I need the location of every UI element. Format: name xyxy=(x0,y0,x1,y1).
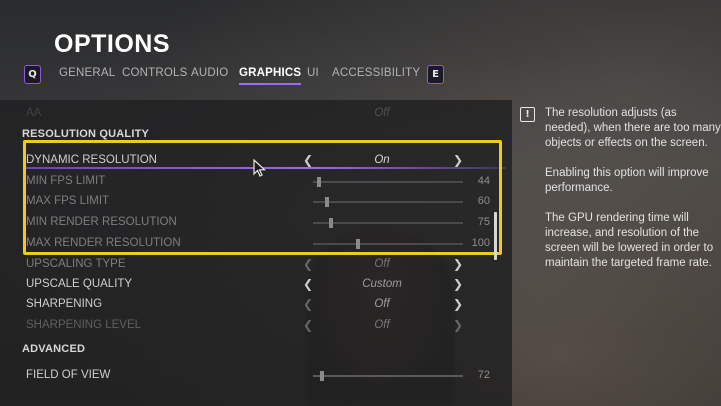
tab-general[interactable]: GENERAL xyxy=(59,67,115,79)
setting-row-cut[interactable]: AA Off xyxy=(0,104,512,124)
setting-value: Off xyxy=(374,298,390,310)
setting-upscale-quality[interactable]: UPSCALE QUALITY ❮ Custom ❯ xyxy=(0,275,512,295)
tab-controls[interactable]: CONTROLS xyxy=(122,67,188,79)
tab-graphics[interactable]: GRAPHICS xyxy=(239,67,302,85)
annotation-highlight-box xyxy=(23,140,502,255)
chevron-left-icon[interactable]: ❮ xyxy=(303,257,313,271)
info-paragraph: The GPU rendering time will increase, an… xyxy=(545,212,714,269)
next-tab-key[interactable]: E xyxy=(427,65,444,84)
info-description: The resolution adjusts (as needed), when… xyxy=(545,106,721,286)
tab-audio[interactable]: AUDIO xyxy=(191,67,228,79)
setting-value: Off xyxy=(374,107,390,119)
setting-sharpening[interactable]: SHARPENING ❮ Off ❯ xyxy=(0,295,512,315)
setting-label: FIELD OF VIEW xyxy=(26,369,111,381)
info-paragraph: Enabling this option will improve perfor… xyxy=(545,167,709,194)
setting-value: Custom xyxy=(362,278,402,290)
chevron-left-icon[interactable]: ❮ xyxy=(303,297,313,311)
setting-sharpening-level[interactable]: SHARPENING LEVEL ❮ Off ❯ xyxy=(0,316,512,336)
info-paragraph: The resolution adjusts (as needed), when… xyxy=(545,107,721,149)
tab-bar: Q GENERAL CONTROLS AUDIO GRAPHICS UI ACC… xyxy=(24,64,454,86)
panel-scrollbar[interactable] xyxy=(494,212,497,260)
tab-accessibility[interactable]: ACCESSIBILITY xyxy=(332,67,420,79)
chevron-left-icon[interactable]: ❮ xyxy=(303,318,313,332)
chevron-left-icon[interactable]: ❮ xyxy=(303,277,313,291)
section-resolution-quality: RESOLUTION QUALITY xyxy=(22,128,150,140)
setting-label: AA xyxy=(26,107,42,119)
slider-thumb[interactable] xyxy=(320,371,324,381)
chevron-right-icon[interactable]: ❯ xyxy=(453,318,463,332)
chevron-right-icon[interactable]: ❯ xyxy=(453,297,463,311)
setting-upscaling-type[interactable]: UPSCALING TYPE ❮ Off ❯ xyxy=(0,255,512,275)
setting-label: SHARPENING LEVEL xyxy=(26,319,142,331)
setting-value: Off xyxy=(374,258,390,270)
setting-label: UPSCALE QUALITY xyxy=(26,278,133,290)
chevron-right-icon[interactable]: ❯ xyxy=(453,257,463,271)
info-exclamation-icon: ! xyxy=(520,107,535,122)
mouse-cursor-icon xyxy=(253,159,267,177)
setting-label: UPSCALING TYPE xyxy=(26,258,126,270)
prev-tab-key[interactable]: Q xyxy=(24,65,41,84)
setting-value: 72 xyxy=(477,369,490,381)
section-advanced: ADVANCED xyxy=(22,343,86,355)
setting-label: SHARPENING xyxy=(26,298,103,310)
slider-track[interactable] xyxy=(313,371,463,381)
setting-field-of-view[interactable]: FIELD OF VIEW 72 xyxy=(0,366,512,386)
tab-ui[interactable]: UI xyxy=(307,67,319,79)
setting-value: Off xyxy=(374,319,390,331)
chevron-right-icon[interactable]: ❯ xyxy=(453,277,463,291)
page-title: OPTIONS xyxy=(54,30,171,58)
